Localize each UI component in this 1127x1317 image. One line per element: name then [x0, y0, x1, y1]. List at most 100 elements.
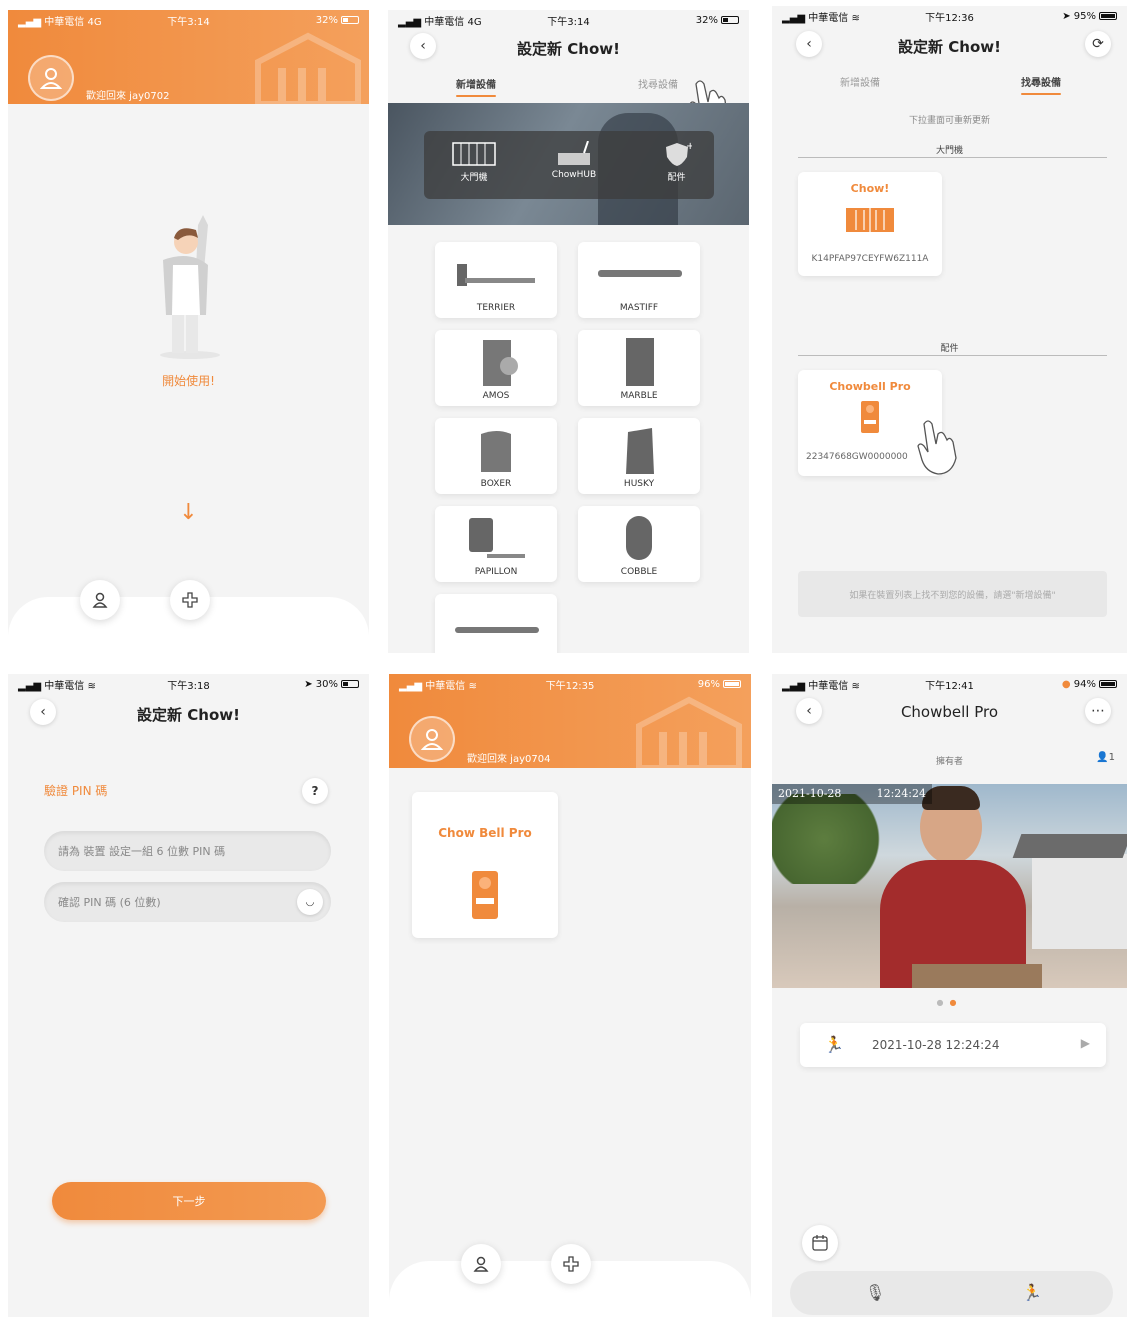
refresh-button[interactable]: ⟳	[1085, 31, 1111, 57]
device-card-papillon[interactable]: PAPILLON	[435, 506, 557, 582]
signal-icon: ▂▄▆	[782, 680, 806, 692]
add-device-icon	[182, 592, 198, 608]
device-card-boxer[interactable]: BOXER	[435, 418, 557, 494]
device-label: COBBLE	[620, 567, 658, 577]
status-bar: ▂▄▆ 中華電信 4G 下午3:14 32%	[8, 10, 369, 30]
start-label: 開始使用!	[162, 374, 215, 388]
motion-icon[interactable]: 🏃	[1022, 1283, 1042, 1302]
next-button[interactable]: 下一步	[52, 1182, 326, 1220]
husky-opener-icon	[626, 428, 654, 474]
found-device-name: Chowbell Pro	[829, 380, 911, 393]
page-title: 設定新 Chow!	[898, 38, 1001, 56]
amos-opener-icon	[483, 340, 518, 386]
screen-home-device: ▂▄▆ 中華電信 ≋ 下午12:35 96% 歡迎回來 jay0704 Chow…	[389, 674, 751, 1317]
snapshot-image[interactable]: 2021-10-28 12:24:24	[772, 784, 1127, 988]
add-device-button[interactable]	[170, 580, 210, 620]
divider	[798, 355, 1107, 356]
not-found-notice: 如果在裝置列表上找不到您的設備，請選"新增設備"	[798, 571, 1107, 617]
microphone-icon[interactable]: 🎙	[865, 1283, 885, 1302]
event-time: 2021-10-28 12:24:24	[872, 1038, 1000, 1052]
pin-input[interactable]: 請為 裝置 設定一組 6 位數 PIN 碼	[44, 831, 331, 871]
tap-hand-icon	[917, 420, 957, 475]
found-device-card-gate[interactable]: Chow! K14PFAP97CEYFW6Z111A	[798, 172, 942, 276]
snapshot-timestamp: 2021-10-28 12:24:24	[772, 784, 932, 804]
device-card-chowbell[interactable]: Chow Bell Pro	[412, 792, 558, 938]
tab-find-device[interactable]: 找尋設備	[1021, 74, 1061, 95]
help-icon: ?	[311, 784, 319, 798]
confirm-pin-input[interactable]: 確認 PIN 碼 (6 位數) ◡	[44, 882, 331, 922]
calendar-button[interactable]	[802, 1225, 838, 1261]
house-logo-icon	[255, 32, 361, 104]
battery-level: 94%	[1073, 678, 1096, 690]
battery-level: 96%	[697, 678, 720, 690]
user-icon	[421, 729, 443, 750]
confirm-pin-placeholder: 確認 PIN 碼 (6 位數)	[58, 896, 161, 909]
device-label: TERRIER	[476, 303, 516, 313]
carrier: 中華電信	[44, 680, 85, 692]
welcome-text: 歡迎回來 jay0704	[467, 754, 551, 765]
battery-icon	[723, 679, 741, 688]
network: 4G	[87, 16, 102, 28]
device-card-husky[interactable]: HUSKY	[578, 418, 700, 494]
device-label: MASTIFF	[619, 303, 659, 313]
doorbell-icon	[861, 401, 879, 433]
hub-icon	[558, 140, 590, 165]
device-card-mastiff[interactable]: MASTIFF	[578, 242, 700, 318]
profile-button[interactable]	[80, 580, 120, 620]
category-hub[interactable]: ChowHUB	[539, 140, 609, 180]
tab-add-device[interactable]: 新增設備	[840, 74, 880, 89]
add-device-button[interactable]	[551, 1244, 591, 1284]
more-button[interactable]: ⋯	[1085, 698, 1111, 724]
battery-level: 30%	[315, 678, 338, 690]
category-banner: 大門機 ChowHUB + 配件	[388, 103, 749, 225]
tab-add-device[interactable]: 新增設備	[456, 76, 496, 97]
location-icon: ➤	[304, 678, 313, 690]
event-row[interactable]: 🏃 2021-10-28 12:24:24 ▶	[800, 1023, 1106, 1067]
shield-icon: +	[665, 141, 694, 166]
house-roof	[1012, 834, 1127, 858]
page-dot-active[interactable]: ●	[950, 998, 963, 1007]
status-bar: ▂▄▆ 中華電信 4G 下午3:14 32%	[388, 10, 749, 30]
battery-icon	[1099, 11, 1117, 20]
signal-icon: ▂▄▆	[398, 16, 422, 28]
hide-password-icon[interactable]: ◡	[297, 889, 323, 915]
battery-level: 95%	[1073, 10, 1096, 22]
battery-icon	[341, 679, 359, 688]
refresh-icon: ⟳	[1092, 36, 1104, 52]
next-button-label: 下一步	[172, 1195, 206, 1208]
location-icon: ➤	[1062, 10, 1071, 22]
user-icon: 👤	[1096, 752, 1109, 763]
help-button[interactable]: ?	[302, 778, 328, 804]
profile-button[interactable]	[461, 1244, 501, 1284]
device-label: PAPILLON	[474, 567, 518, 577]
avatar[interactable]	[409, 716, 455, 762]
user-icon	[92, 592, 108, 608]
category-gate[interactable]: 大門機	[444, 141, 504, 183]
signal-icon: ▂▄▆	[18, 680, 42, 692]
cobble-opener-icon	[626, 516, 652, 560]
tab-find-device[interactable]: 找尋設備	[638, 76, 678, 91]
status-bar: ▂▄▆ 中華電信 ≋ 下午12:41 ● 94%	[772, 674, 1127, 694]
page-title: 設定新 Chow!	[137, 706, 240, 724]
found-device-serial: K14PFAP97CEYFW6Z111A	[811, 254, 929, 264]
more-icon: ⋯	[1091, 703, 1105, 719]
category-accessory[interactable]: + 配件	[649, 141, 704, 183]
device-label: MARBLE	[620, 391, 658, 401]
status-bar: ▂▄▆ 中華電信 ≋ 下午12:36 ➤ 95%	[772, 6, 1127, 26]
page-dot[interactable]: ●	[937, 998, 950, 1007]
add-device-icon	[563, 1256, 579, 1272]
device-card-more[interactable]	[435, 594, 557, 653]
member-count[interactable]: 👤1	[1096, 752, 1115, 763]
battery-icon	[341, 15, 359, 24]
carrier: 中華電信	[425, 680, 466, 692]
device-card-cobble[interactable]: COBBLE	[578, 506, 700, 582]
boxer-opener-icon	[481, 431, 511, 472]
page-title: Chowbell Pro	[900, 703, 999, 721]
device-card-terrier[interactable]: TERRIER	[435, 242, 557, 318]
avatar[interactable]	[28, 55, 74, 101]
status-bar: ▂▄▆ 中華電信 ≋ 下午12:35 96%	[389, 674, 751, 694]
wifi-icon: ≋	[851, 12, 860, 24]
device-card-amos[interactable]: AMOS	[435, 330, 557, 406]
device-card-marble[interactable]: MARBLE	[578, 330, 700, 406]
wifi-icon: ≋	[851, 680, 860, 692]
